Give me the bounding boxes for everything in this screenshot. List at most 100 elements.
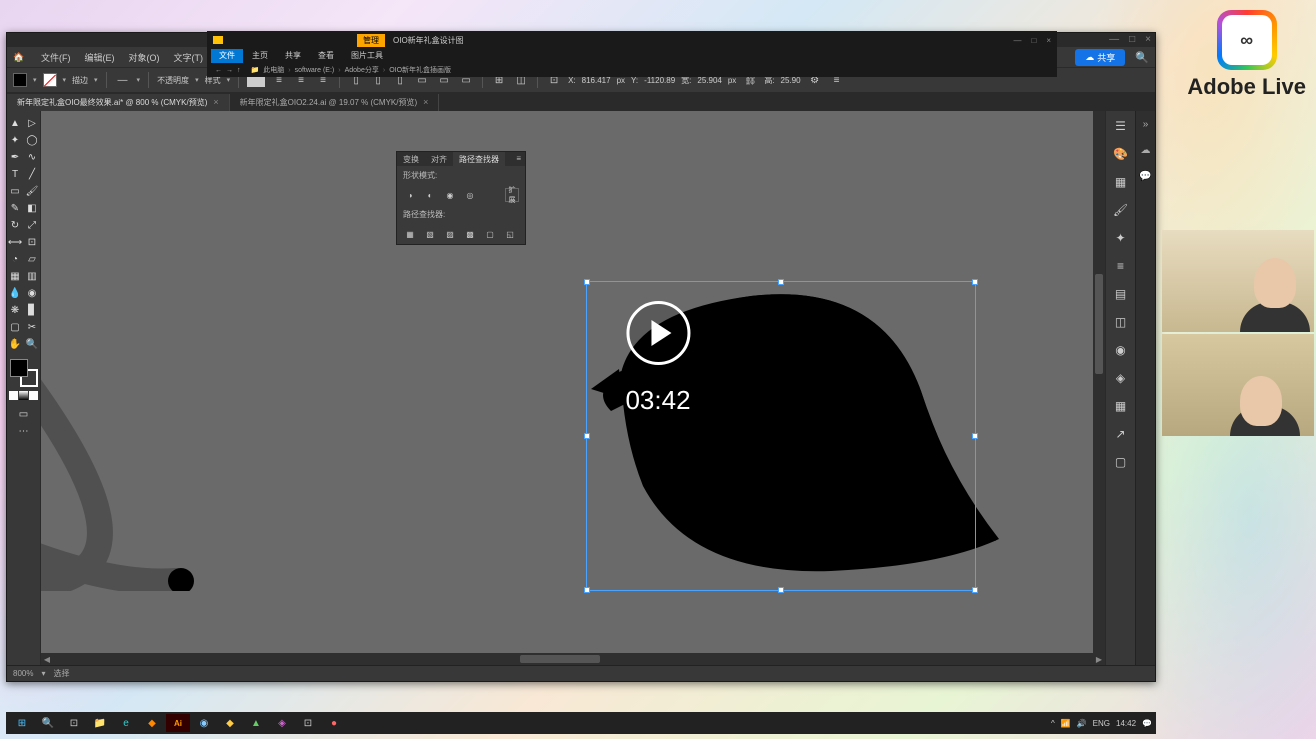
color-mode-icon[interactable] — [9, 391, 18, 400]
trim-icon[interactable]: ▧ — [423, 227, 437, 241]
vertical-scrollbar[interactable] — [1093, 111, 1105, 653]
horizontal-scrollbar[interactable]: ◀▶ — [41, 653, 1105, 665]
brush-def-icon[interactable]: — — [115, 72, 131, 88]
app7-taskbar-icon[interactable]: ● — [322, 714, 346, 732]
handle-bot-left[interactable] — [584, 587, 590, 593]
slice-tool-icon[interactable]: ✂ — [24, 319, 41, 336]
scrollbar-thumb[interactable] — [1095, 274, 1103, 374]
collapse-dock-icon[interactable]: » — [1139, 117, 1153, 131]
panel-menu-icon[interactable]: ≡ — [512, 152, 525, 166]
app2-taskbar-icon[interactable]: ◉ — [192, 714, 216, 732]
magic-wand-tool-icon[interactable]: ✦ — [7, 132, 24, 149]
close-tab-icon[interactable]: × — [213, 97, 218, 107]
asset-export-panel-icon[interactable]: ↗ — [1112, 425, 1130, 443]
shape-builder-tool-icon[interactable]: ◔ — [7, 251, 24, 268]
outline-icon[interactable]: ▢ — [483, 227, 497, 241]
zoom-level[interactable]: 800% — [13, 669, 33, 678]
menu-type[interactable]: 文字(T) — [168, 49, 210, 66]
window-max-icon[interactable]: □ — [1129, 35, 1135, 45]
explorer-tab-file[interactable]: 文件 — [211, 49, 243, 63]
share-button[interactable]: ☁共享 — [1075, 49, 1125, 66]
color-well[interactable] — [10, 359, 38, 387]
explorer-tab-home[interactable]: 主页 — [244, 49, 276, 63]
properties-panel-icon[interactable]: ☰ — [1112, 117, 1130, 135]
handle-mid-right[interactable] — [972, 433, 978, 439]
width-tool-icon[interactable]: ⟷ — [7, 234, 24, 251]
canvas[interactable]: 变换 对齐 路径查找器 ≡ 形状模式: ◑ ◐ ◉ ◎ 扩展 路径查找器: ▦ … — [41, 111, 1105, 665]
minus-front-icon[interactable]: ◐ — [423, 188, 437, 202]
stroke-swatch[interactable] — [43, 73, 57, 87]
mesh-tool-icon[interactable]: ▦ — [7, 268, 24, 285]
direct-selection-tool-icon[interactable]: ▷ — [24, 115, 41, 132]
symbols-panel-icon[interactable]: ✦ — [1112, 229, 1130, 247]
merge-icon[interactable]: ▨ — [443, 227, 457, 241]
stroke-dropdown[interactable] — [63, 76, 67, 84]
tray-network-icon[interactable]: 📶 — [1061, 719, 1071, 728]
scrollbar-thumb[interactable] — [520, 655, 600, 663]
fill-color-icon[interactable] — [10, 359, 28, 377]
tray-time[interactable]: 14:42 — [1116, 719, 1136, 728]
eraser-tool-icon[interactable]: ◧ — [24, 200, 41, 217]
swatches-panel-icon[interactable]: ▦ — [1112, 173, 1130, 191]
minus-back-icon[interactable]: ◱ — [503, 227, 517, 241]
hand-tool-icon[interactable]: ✋ — [7, 336, 24, 353]
handle-top-mid[interactable] — [778, 279, 784, 285]
appearance-panel-icon[interactable]: ◉ — [1112, 341, 1130, 359]
start-button[interactable]: ⊞ — [10, 714, 34, 732]
explorer-tab-share[interactable]: 共享 — [277, 49, 309, 63]
eyedropper-tool-icon[interactable]: 💧 — [7, 285, 24, 302]
handle-top-right[interactable] — [972, 279, 978, 285]
rotate-tool-icon[interactable]: ↻ — [7, 217, 24, 234]
explorer-address-bar[interactable]: ←→↑ 📁 此电脑› software (E:)› Adobe分享› OIO新年… — [207, 63, 1057, 77]
perspective-tool-icon[interactable]: ▱ — [24, 251, 41, 268]
expand-button[interactable]: 扩展 — [505, 188, 519, 202]
app3-taskbar-icon[interactable]: ◆ — [218, 714, 242, 732]
explorer-max-icon[interactable]: □ — [1031, 36, 1036, 45]
graph-tool-icon[interactable]: ▊ — [24, 302, 41, 319]
gradient-panel-icon[interactable]: ▤ — [1112, 285, 1130, 303]
transparency-panel-icon[interactable]: ◫ — [1112, 313, 1130, 331]
panel-tab-transform[interactable]: 变换 — [397, 152, 425, 166]
screen-mode-icon[interactable]: ▭ — [15, 406, 32, 423]
graphic-styles-panel-icon[interactable]: ◈ — [1112, 369, 1130, 387]
close-tab-icon[interactable]: × — [423, 97, 428, 107]
window-min-icon[interactable]: — — [1109, 35, 1119, 45]
explorer-tab-view[interactable]: 查看 — [310, 49, 342, 63]
fill-swatch[interactable] — [13, 73, 27, 87]
handle-mid-left[interactable] — [584, 433, 590, 439]
explorer-taskbar-icon[interactable]: 📁 — [88, 714, 112, 732]
brushes-panel-icon[interactable]: 🖌 — [1112, 201, 1130, 219]
type-tool-icon[interactable]: T — [7, 166, 24, 183]
opacity-dropdown[interactable] — [195, 76, 199, 84]
search-icon[interactable]: 🔍 — [1135, 51, 1149, 64]
fill-dropdown[interactable] — [33, 76, 37, 84]
artboards-panel-icon[interactable]: ▢ — [1112, 453, 1130, 471]
free-transform-tool-icon[interactable]: ⊡ — [24, 234, 41, 251]
symbol-sprayer-tool-icon[interactable]: ❋ — [7, 302, 24, 319]
tray-volume-icon[interactable]: 🔊 — [1077, 719, 1087, 728]
selection-tool-icon[interactable]: ▲ — [7, 115, 24, 132]
app4-taskbar-icon[interactable]: ▲ — [244, 714, 268, 732]
style-dropdown[interactable] — [227, 76, 231, 84]
stroke-weight-dropdown[interactable] — [94, 76, 98, 84]
app-taskbar-icon[interactable]: ◆ — [140, 714, 164, 732]
menu-edit[interactable]: 编辑(E) — [79, 49, 121, 66]
panel-tab-pathfinder[interactable]: 路径查找器 — [453, 152, 505, 166]
lasso-tool-icon[interactable]: ◯ — [24, 132, 41, 149]
divide-icon[interactable]: ▦ — [403, 227, 417, 241]
unite-icon[interactable]: ◑ — [403, 188, 417, 202]
menu-object[interactable]: 对象(O) — [123, 49, 166, 66]
app6-taskbar-icon[interactable]: ⊡ — [296, 714, 320, 732]
handle-bot-right[interactable] — [972, 587, 978, 593]
menu-file[interactable]: 文件(F) — [35, 49, 77, 66]
document-tab-1[interactable]: 新年限定礼盒OIO最终效果.ai* @ 800 % (CMYK/预览)× — [7, 94, 230, 111]
illustrator-taskbar-icon[interactable]: Ai — [166, 714, 190, 732]
exclude-icon[interactable]: ◎ — [463, 188, 477, 202]
edge-taskbar-icon[interactable]: e — [114, 714, 138, 732]
brush-dropdown[interactable] — [137, 76, 141, 84]
intersect-icon[interactable]: ◉ — [443, 188, 457, 202]
shaper-tool-icon[interactable]: ✎ — [7, 200, 24, 217]
pathfinder-panel[interactable]: 变换 对齐 路径查找器 ≡ 形状模式: ◑ ◐ ◉ ◎ 扩展 路径查找器: ▦ … — [396, 151, 526, 245]
blend-tool-icon[interactable]: ◉ — [24, 285, 41, 302]
crop-icon[interactable]: ▩ — [463, 227, 477, 241]
